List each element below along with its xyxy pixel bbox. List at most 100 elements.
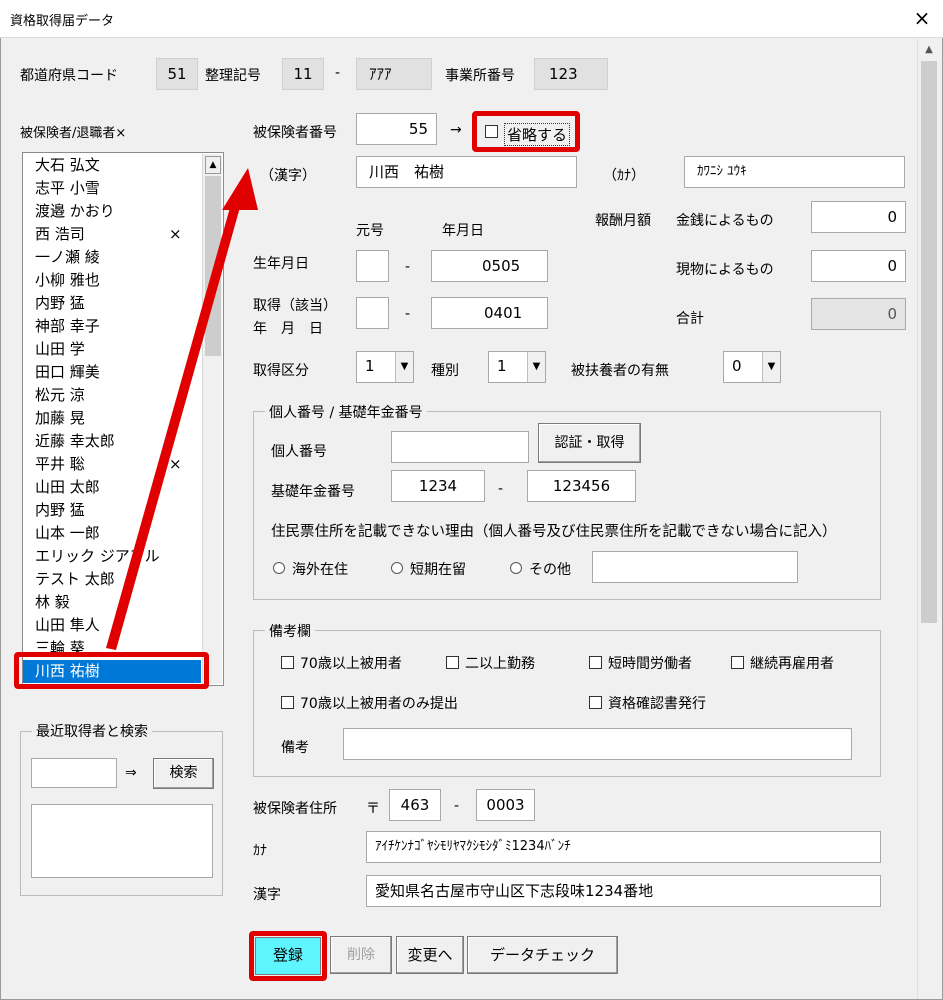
list-item[interactable]: 神部 幸子	[23, 315, 203, 338]
chk-short-time-label[interactable]: 短時間労働者	[608, 653, 692, 673]
list-item[interactable]: 大石 弘文	[23, 154, 203, 177]
salary-goods-input[interactable]: 0	[811, 250, 906, 282]
chk-over70-only-label[interactable]: 70歳以上被用者のみ提出	[300, 693, 458, 713]
chk-over70[interactable]	[281, 656, 294, 669]
list-scrollbar[interactable]: ▲	[202, 154, 222, 684]
insured-number-input[interactable]: 55	[356, 113, 437, 145]
selected-item-highlight	[14, 652, 209, 689]
list-item[interactable]: 平井 聡 ×	[23, 453, 203, 476]
scroll-up-icon[interactable]: ▲	[205, 156, 221, 174]
birth-date-input[interactable]: 0505	[431, 250, 548, 282]
address-kanji-label: 漢字	[253, 887, 281, 903]
list-item-name: 加藤 晃	[35, 409, 85, 427]
radio-short-stay-label[interactable]: 短期在留	[410, 559, 466, 579]
kana-name-label: （ｶﾅ）	[603, 168, 645, 184]
list-item[interactable]: 加藤 晃	[23, 407, 203, 430]
acq-date-label-1: 取得（該当）	[253, 298, 337, 314]
chevron-down-icon[interactable]: ▼	[527, 352, 545, 382]
close-icon[interactable]: ×	[908, 4, 936, 32]
acq-type-select[interactable]: 1 ▼	[356, 351, 414, 383]
list-scroll-thumb[interactable]	[205, 176, 221, 356]
list-item[interactable]: 西 浩司 ×	[23, 223, 203, 246]
address-label: 被保険者住所	[253, 801, 337, 817]
chevron-down-icon[interactable]: ▼	[395, 352, 413, 382]
list-item-name: 山田 隼人	[35, 616, 100, 634]
list-item[interactable]: 山田 学	[23, 338, 203, 361]
list-item[interactable]: 一ノ瀬 綾	[23, 246, 203, 269]
chk-two-employers[interactable]	[446, 656, 459, 669]
pension-input-1[interactable]: 1234	[391, 470, 485, 502]
chk-over70-label[interactable]: 70歳以上被用者	[300, 653, 402, 673]
chk-rehire-label[interactable]: 継続再雇用者	[750, 653, 834, 673]
recent-search-input[interactable]	[31, 758, 117, 788]
list-item[interactable]: 志平 小雪	[23, 177, 203, 200]
kanji-name-label: （漢字）	[260, 168, 316, 184]
employee-list-label: 被保険者/退職者×	[20, 126, 127, 141]
postal-input-1[interactable]: 463	[389, 789, 441, 821]
list-item-name: 内野 猛	[35, 501, 85, 519]
chk-over70-only[interactable]	[281, 696, 294, 709]
radio-overseas[interactable]	[273, 562, 285, 574]
chk-two-employers-label[interactable]: 二以上勤務	[465, 653, 535, 673]
chk-rehire[interactable]	[731, 656, 744, 669]
auth-button[interactable]: 認証・取得	[538, 423, 641, 463]
acq-gengo-input[interactable]	[356, 297, 389, 329]
chk-cert[interactable]	[589, 696, 602, 709]
kana-name-input[interactable]: ｶﾜﾆｼ ﾕｳｷ	[684, 156, 905, 188]
list-item[interactable]: テスト 太郎	[23, 568, 203, 591]
list-item[interactable]: 山田 隼人	[23, 614, 203, 637]
data-check-button[interactable]: データチェック	[467, 936, 618, 974]
pref-code-label: 都道府県コード	[20, 68, 118, 84]
chk-cert-label[interactable]: 資格確認書発行	[608, 693, 706, 713]
list-item[interactable]: 松元 涼	[23, 384, 203, 407]
postal-dash: -	[454, 798, 460, 814]
register-button[interactable]: 登録	[255, 937, 321, 975]
birth-gengo-input[interactable]	[356, 250, 389, 282]
list-item[interactable]: 山本 一郎	[23, 522, 203, 545]
omit-checkbox[interactable]	[485, 125, 498, 138]
list-item[interactable]: エリック ジアアル	[23, 545, 203, 568]
search-button[interactable]: 検索	[153, 758, 214, 789]
other-reason-input[interactable]	[592, 551, 798, 583]
radio-other[interactable]	[510, 562, 522, 574]
salary-cash-input[interactable]: 0	[811, 201, 906, 233]
list-item[interactable]: 田口 輝美	[23, 361, 203, 384]
scroll-up-icon[interactable]: ▲	[921, 41, 937, 59]
list-item[interactable]: 小柳 雅也	[23, 269, 203, 292]
address-kana-input[interactable]: ｱｲﾁｹﾝﾅｺﾞﾔｼﾓﾘﾔﾏｸｼﾓｼﾀﾞﾐ1234ﾊﾞﾝﾁ	[366, 831, 881, 863]
main-scrollbar[interactable]: ▲	[917, 39, 939, 999]
search-arrow: ⇒	[125, 765, 137, 781]
radio-short-stay[interactable]	[391, 562, 403, 574]
list-item[interactable]: 林 毅	[23, 591, 203, 614]
reason-text: 住民票住所を記載できない理由（個人番号及び住民票住所を記載できない場合に記入）	[271, 524, 837, 540]
list-item[interactable]: 近藤 幸太郎	[23, 430, 203, 453]
omit-label[interactable]: 省略する	[504, 123, 571, 146]
address-kanji-input[interactable]: 愛知県名古屋市守山区下志段味1234番地	[366, 875, 881, 907]
list-item[interactable]: 内野 猛	[23, 499, 203, 522]
list-item[interactable]: 渡邉 かおり	[23, 200, 203, 223]
delete-button[interactable]: 削除	[330, 936, 392, 974]
employee-listbox[interactable]: 大石 弘文 志平 小雪 渡邉 かおり西 浩司 × 一ノ瀬 綾小柳 雅也 内野 猛神部 幸子…	[22, 152, 224, 686]
dependent-select[interactable]: 0 ▼	[723, 351, 781, 383]
change-button[interactable]: 変更へ	[396, 936, 464, 974]
salary-total-field: 0	[811, 298, 906, 330]
chevron-down-icon[interactable]: ▼	[762, 352, 780, 382]
ymd-header: 年月日	[442, 223, 484, 239]
list-item[interactable]: 内野 猛	[23, 292, 203, 315]
list-item[interactable]: 山田 太郎	[23, 476, 203, 499]
list-item-name: 平井 聡	[35, 455, 85, 473]
kanji-name-input[interactable]: 川西 祐樹	[356, 156, 577, 188]
radio-other-label[interactable]: その他	[529, 559, 571, 579]
kind-select[interactable]: 1 ▼	[488, 351, 546, 383]
note-input[interactable]	[343, 728, 852, 760]
acq-date-input[interactable]: 0401	[431, 297, 548, 329]
my-number-input[interactable]	[391, 431, 529, 463]
insured-number-label: 被保険者番号	[253, 125, 337, 141]
chk-short-time[interactable]	[589, 656, 602, 669]
recent-search-results[interactable]	[31, 804, 213, 878]
pension-input-2[interactable]: 123456	[527, 470, 636, 502]
postal-input-2[interactable]: 0003	[476, 789, 535, 821]
radio-overseas-label[interactable]: 海外在住	[292, 559, 348, 579]
main-scroll-thumb[interactable]	[921, 61, 937, 623]
acq-date-label-2: 年 月 日	[253, 321, 323, 337]
